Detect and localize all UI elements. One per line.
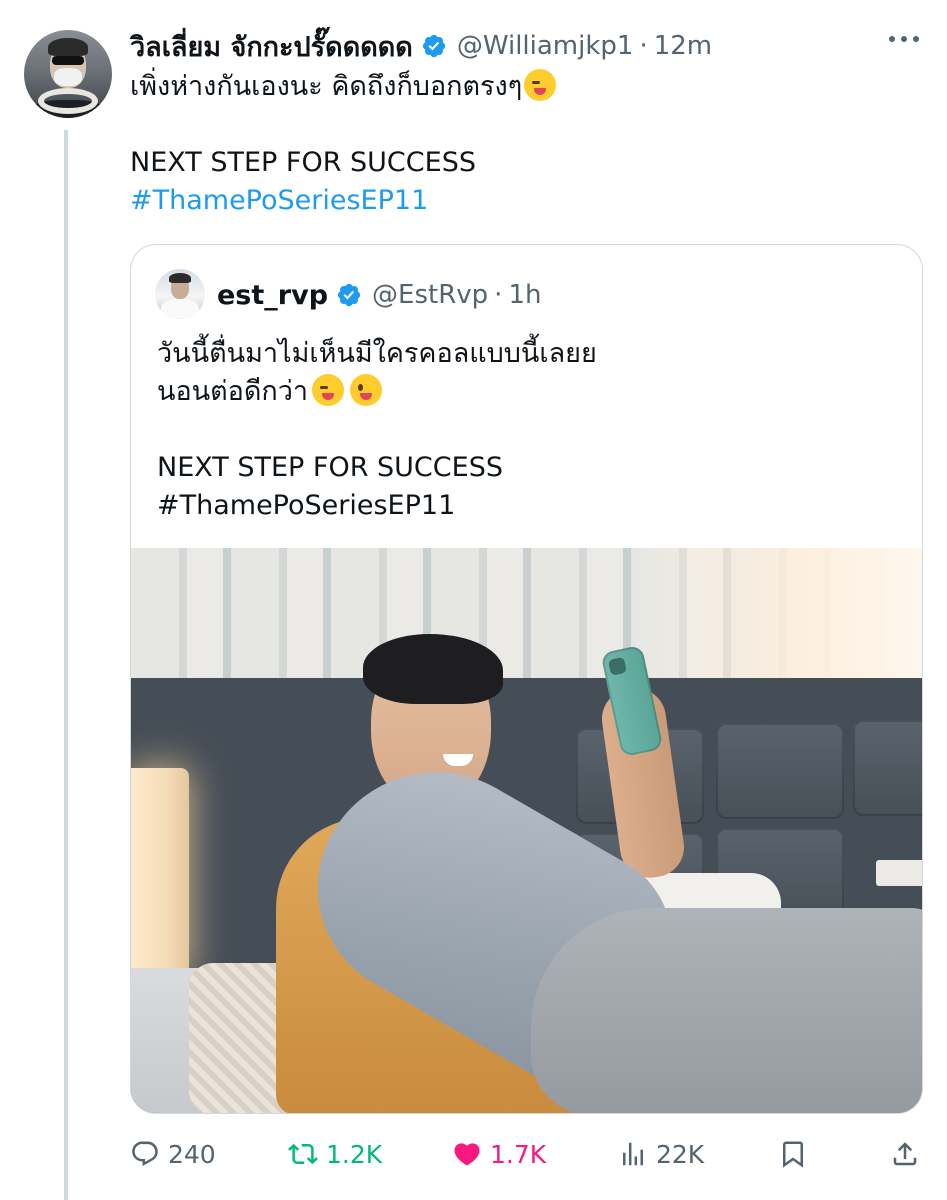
verified-badge-icon — [337, 283, 361, 307]
quoted-author-handle[interactable]: @EstRvp — [372, 280, 488, 310]
views-button[interactable]: 22K — [618, 1134, 704, 1174]
tweet-time[interactable]: 12m — [654, 31, 712, 61]
retweet-count: 1.2K — [326, 1139, 383, 1169]
separator-dot: · — [494, 280, 503, 310]
tweet-text: เพิ่งห่างกันเองนะ คิดถึงก็บอกตรงๆ NEXT S… — [130, 68, 920, 220]
quoted-tweet-card[interactable]: est_rvp @EstRvp · 1h วันนี้ตื่นมาไม่เห็น… — [130, 244, 923, 1114]
retweet-button[interactable]: 1.2K — [288, 1134, 382, 1174]
reply-count: 240 — [168, 1139, 216, 1169]
views-icon — [623, 1142, 643, 1166]
yawning-face-icon — [312, 374, 345, 406]
avatar-headphones — [38, 88, 98, 114]
tweet-actions: 240 1.2K 1.7K 22K — [130, 1134, 922, 1174]
share-button[interactable] — [890, 1134, 928, 1174]
quoted-author-display-name[interactable]: est_rvp — [217, 280, 328, 311]
hashtag-link[interactable]: #ThamePoSeriesEP11 — [130, 182, 920, 220]
winking-face-with-tongue-icon — [524, 69, 557, 101]
views-count: 22K — [656, 1139, 705, 1169]
bookmark-button[interactable] — [778, 1134, 816, 1174]
tweet-text-line-1: เพิ่งห่างกันเองนะ คิดถึงก็บอกตรงๆ — [130, 68, 920, 106]
author-handle[interactable]: @Williamjkp1 — [457, 31, 634, 61]
quoted-tweet-text: วันนี้ตื่นมาไม่เห็นมีใครคอลแบบนี้เลยย นอ… — [157, 335, 897, 525]
avatar-sunglasses — [52, 56, 84, 65]
reply-icon — [132, 1141, 158, 1166]
like-button[interactable]: 1.7K — [452, 1134, 546, 1174]
quoted-text-line-2: นอนต่อดีกว่า — [157, 373, 897, 411]
thread-line — [64, 130, 68, 1200]
avatar-mask — [54, 68, 82, 86]
more-icon[interactable] — [889, 36, 919, 42]
lamp — [131, 768, 189, 978]
tweet-header: วิลเลี่ยม จักกะปรั๊ดดดดด @Williamjkp1 · … — [130, 26, 712, 66]
quoted-hashtag[interactable]: #ThamePoSeriesEP11 — [157, 487, 897, 525]
tweet-text-line-2: NEXT STEP FOR SUCCESS — [130, 147, 476, 178]
avatar-hair — [48, 38, 88, 56]
quoted-text-line-1: วันนี้ตื่นมาไม่เห็นมีใครคอลแบบนี้เลยย — [157, 338, 597, 369]
author-avatar[interactable] — [24, 30, 112, 118]
zany-face-icon — [350, 374, 383, 406]
like-count: 1.7K — [490, 1139, 547, 1169]
verified-badge-icon — [422, 34, 445, 58]
author-display-name[interactable]: วิลเลี่ยม จักกะปรั๊ดดดดด — [130, 25, 413, 68]
like-icon — [454, 1143, 480, 1166]
retweet-icon — [288, 1143, 318, 1165]
quoted-author-avatar[interactable] — [155, 269, 205, 319]
quoted-text-line-3: NEXT STEP FOR SUCCESS — [157, 452, 503, 483]
reply-button[interactable]: 240 — [130, 1134, 216, 1174]
separator-dot: · — [639, 31, 648, 61]
bookmark-icon — [783, 1141, 803, 1168]
share-icon — [893, 1142, 917, 1166]
quoted-tweet-header: est_rvp @EstRvp · 1h — [217, 275, 541, 315]
quoted-tweet-time[interactable]: 1h — [508, 280, 541, 310]
quoted-tweet-photo[interactable] — [131, 548, 922, 1113]
